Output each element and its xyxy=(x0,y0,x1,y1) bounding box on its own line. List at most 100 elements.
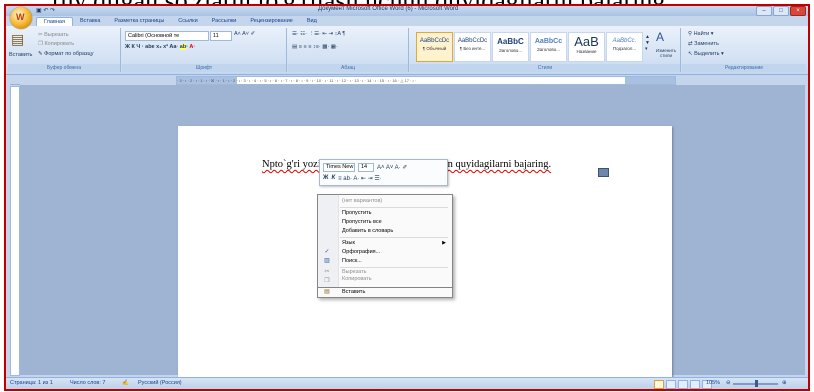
zoom-in-button[interactable]: ⊕ xyxy=(782,380,787,386)
change-styles-icon[interactable]: A xyxy=(656,30,664,44)
menu-item-no-suggestions: (нет вариантов) xyxy=(318,197,452,206)
mini-toolbar-row-1: Times New 14 A˄ A˅ A· ✐ xyxy=(323,162,407,172)
redo-icon[interactable]: ↷ xyxy=(50,8,55,14)
title-bar: Документ Microsoft Office Word (6) - Mic… xyxy=(6,6,808,16)
editing-group: ⚲ Найти ▾ ⇄ Заменить ↖ Выделить ▾ Редакт… xyxy=(682,28,806,72)
find-button[interactable]: ⚲ Найти ▾ xyxy=(688,31,714,37)
maximize-button[interactable]: □ xyxy=(773,6,789,16)
full-screen-view-button[interactable] xyxy=(666,380,676,389)
paragraph-group: ☰· ☷· ⋮☰· ⇤ ⇥ ↕A ¶ ▤ ≡ ≡ ≡ ↕≡· ▩· ▦· Абз… xyxy=(288,28,409,72)
status-language[interactable]: Русский (Россия) xyxy=(138,380,182,386)
styles-scroll-buttons[interactable]: ▲ ▼ ▾ xyxy=(645,34,650,52)
menu-separator xyxy=(340,237,448,238)
paste-button[interactable]: Вставить xyxy=(9,52,32,58)
tab-review[interactable]: Рецензирование xyxy=(243,17,299,26)
menu-item-label: (нет вариантов) xyxy=(342,198,383,204)
horizontal-ruler: · 3 · ı · 2 · ı · 1 · ı · ☒ · ı · 1 · ı … xyxy=(6,75,808,85)
styles-group: AaBbCcDc ¶ Обычный AaBbCcDc ¶ Без инте..… xyxy=(410,28,681,72)
style-title[interactable]: AaB Название xyxy=(568,32,605,62)
select-button[interactable]: ↖ Выделить ▾ xyxy=(688,51,724,57)
status-page[interactable]: Страница: 1 из 1 xyxy=(10,380,53,386)
alignment-buttons-row[interactable]: ▤ ≡ ≡ ≡ ↕≡· ▩· ▦· xyxy=(292,44,338,50)
style-sample: AaBbCcDc xyxy=(457,38,488,44)
window-controls: – □ × xyxy=(756,6,806,16)
menu-item-language[interactable]: Язык ▶ xyxy=(318,239,452,248)
proofing-icon[interactable]: ✍ xyxy=(122,380,129,386)
style-heading-1[interactable]: AaBbC Заголово... xyxy=(492,32,529,62)
research-icon: ▥ xyxy=(324,258,330,264)
menu-item-label: Добавить в словарь xyxy=(342,228,394,234)
mini-font-tools[interactable]: A˄ A˅ A· ✐ xyxy=(377,164,407,171)
web-layout-view-button[interactable] xyxy=(678,380,688,389)
save-icon[interactable]: ▣ xyxy=(36,8,42,14)
replace-button[interactable]: ⇄ Заменить xyxy=(688,41,719,47)
style-no-spacing[interactable]: AaBbCcDc ¶ Без инте... xyxy=(454,32,491,62)
font-family-combo[interactable]: Calibri (Основной те xyxy=(125,31,209,41)
copy-button[interactable]: ❐ Копировать xyxy=(38,41,74,47)
ruler-scale: · 3 · ı · 2 · ı · 1 · ı · ☒ · ı · 1 · ı … xyxy=(176,76,676,85)
minimize-button[interactable]: – xyxy=(756,6,772,16)
font-size-combo[interactable]: 11 xyxy=(210,31,232,41)
menu-item-ignore[interactable]: Пропустить xyxy=(318,209,452,218)
ribbon-tabs: Главная Вставка Разметка страницы Ссылки… xyxy=(36,17,324,26)
find-label: Найти xyxy=(693,31,710,37)
undo-icon[interactable]: ↶ xyxy=(43,8,48,14)
paste-options-icon[interactable] xyxy=(598,168,609,177)
style-name: Подзагол... xyxy=(612,46,637,51)
mini-size-combo[interactable]: 14 xyxy=(358,162,374,172)
zoom-level[interactable]: 105% xyxy=(706,380,720,386)
ruler-ticks: · 3 · ı · 2 · ı · 1 · ı · ☒ · ı · 1 · ı … xyxy=(177,78,417,83)
tab-page-layout[interactable]: Разметка страницы xyxy=(107,17,171,26)
mini-toolbar-row-2: Ж К ≡ ab· A· ⇤ ⇥ ☰· xyxy=(323,173,382,183)
tab-view[interactable]: Вид xyxy=(300,17,324,26)
tab-mailings[interactable]: Рассылки xyxy=(205,17,244,26)
menu-item-ignore-all[interactable]: Пропустить все xyxy=(318,218,452,227)
style-subtitle[interactable]: AaBbCc. Подзагол... xyxy=(606,32,643,62)
font-group-label: Шрифт xyxy=(122,64,286,72)
ribbon: ▤ Вставить ✂ Вырезать ❐ Копировать ✎ Фор… xyxy=(6,26,808,75)
grow-shrink-font-buttons[interactable]: A˄ A˅ ✐ xyxy=(234,31,255,37)
close-button[interactable]: × xyxy=(790,6,806,16)
tab-insert[interactable]: Вставка xyxy=(73,17,107,26)
mini-bold-button[interactable]: Ж xyxy=(323,175,328,181)
menu-item-add-to-dictionary[interactable]: Добавить в словарь xyxy=(318,227,452,236)
copy-icon: ❐ xyxy=(324,278,330,284)
format-buttons-row[interactable]: Ж К Ч · abe x₂ x² Aa· ab· A· xyxy=(125,44,195,50)
view-buttons xyxy=(654,380,712,389)
style-sample: AaBbCc xyxy=(534,38,563,45)
clipboard-group: ▤ Вставить ✂ Вырезать ❐ Копировать ✎ Фор… xyxy=(8,28,121,72)
cut-button[interactable]: ✂ Вырезать xyxy=(38,32,69,38)
vertical-ruler xyxy=(10,86,20,376)
format-painter-button[interactable]: ✎ Формат по образцу xyxy=(38,51,93,57)
spelling-icon: ✓ xyxy=(324,249,330,255)
style-name: Заголово... xyxy=(499,48,522,53)
style-heading-2[interactable]: AaBbCc Заголово... xyxy=(530,32,567,62)
mini-font-combo[interactable]: Times New xyxy=(323,162,355,172)
print-layout-view-button[interactable] xyxy=(654,380,664,389)
zoom-slider-thumb[interactable] xyxy=(755,380,758,387)
mini-format-tools[interactable]: ≡ ab· A· ⇤ ⇥ ☰· xyxy=(338,175,382,182)
style-name: Заголово... xyxy=(537,47,560,52)
style-name: ¶ Без инте... xyxy=(459,46,486,51)
menu-separator xyxy=(340,207,448,208)
zoom-out-button[interactable]: ⊖ xyxy=(726,380,731,386)
paste-icon[interactable]: ▤ xyxy=(11,31,24,48)
styles-group-label: Стили xyxy=(410,64,680,72)
status-word-count[interactable]: Число слов: 7 xyxy=(70,380,105,386)
style-sample: AaBbCc. xyxy=(612,38,637,44)
font-group: Calibri (Основной те 11 A˄ A˅ ✐ Ж К Ч · … xyxy=(122,28,287,72)
outline-view-button[interactable] xyxy=(690,380,700,389)
style-normal[interactable]: AaBbCcDc ¶ Обычный xyxy=(416,32,453,62)
tab-references[interactable]: Ссылки xyxy=(171,17,204,26)
mini-italic-button[interactable]: К xyxy=(331,175,335,181)
menu-item-spelling[interactable]: ✓ Орфография... xyxy=(318,248,452,257)
menu-item-paste[interactable]: ▤ Вставить xyxy=(317,288,453,298)
office-button[interactable]: W xyxy=(10,7,32,29)
tab-home[interactable]: Главная xyxy=(36,17,73,26)
menu-item-research[interactable]: ▥ Поиск... xyxy=(318,257,452,266)
select-label: Выделить xyxy=(694,51,720,57)
editing-group-label: Редактирование xyxy=(682,64,806,72)
change-styles-button[interactable]: Изменить стили xyxy=(653,48,679,58)
list-buttons-row[interactable]: ☰· ☷· ⋮☰· ⇤ ⇥ ↕A ¶ xyxy=(292,31,345,37)
style-sample: AaBbC xyxy=(497,37,524,46)
